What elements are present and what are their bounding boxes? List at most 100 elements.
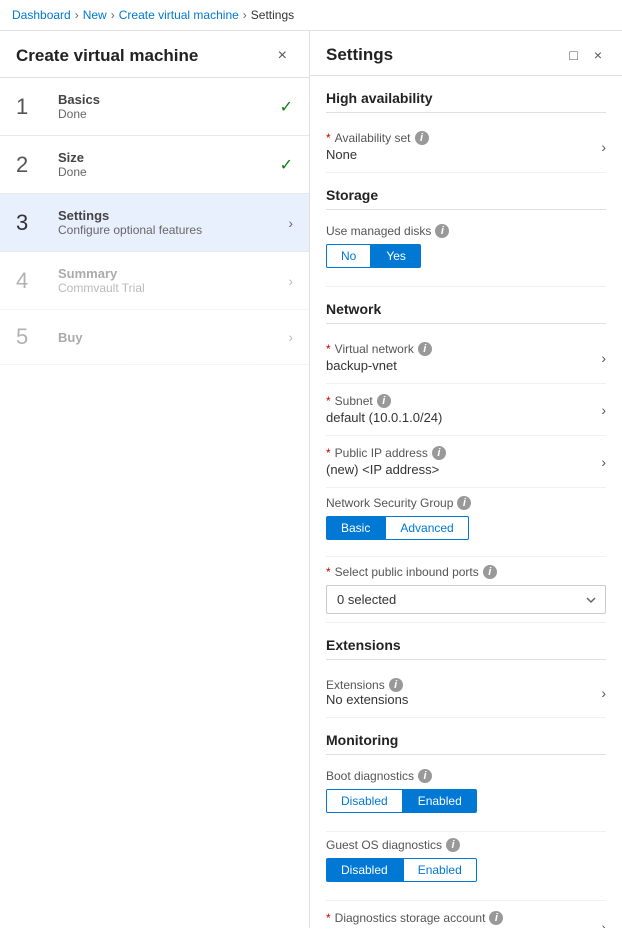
diagnostics-storage-required-marker: * bbox=[326, 911, 331, 925]
vnet-required-marker: * bbox=[326, 342, 331, 356]
availability-set-chevron-icon: › bbox=[601, 139, 606, 155]
right-header: Settings □ × bbox=[310, 31, 622, 76]
step-1-basics[interactable]: 1 Basics Done ✓ bbox=[0, 78, 309, 136]
step-3-settings[interactable]: 3 Settings Configure optional features › bbox=[0, 194, 309, 252]
left-panel-close-button[interactable]: × bbox=[272, 45, 293, 67]
vnet-info-icon: i bbox=[418, 342, 432, 356]
vnet-chevron-icon: › bbox=[601, 350, 606, 366]
step-1-name: Basics bbox=[58, 92, 280, 107]
managed-disks-yes-button[interactable]: Yes bbox=[371, 244, 421, 268]
availability-set-left: * Availability set i None bbox=[326, 131, 593, 162]
managed-disks-toggle-group: No Yes bbox=[326, 244, 606, 268]
step-4-number: 4 bbox=[16, 268, 48, 294]
boot-diagnostics-enabled-button[interactable]: Enabled bbox=[403, 789, 477, 813]
step-2-size[interactable]: 2 Size Done ✓ bbox=[0, 136, 309, 194]
nsg-advanced-button[interactable]: Advanced bbox=[385, 516, 468, 540]
subnet-row[interactable]: * Subnet i default (10.0.1.0/24) › bbox=[326, 384, 606, 436]
subnet-required-marker: * bbox=[326, 394, 331, 408]
extensions-value: No extensions bbox=[326, 692, 408, 707]
availability-set-row[interactable]: * Availability set i None › bbox=[326, 121, 606, 173]
nsg-basic-button[interactable]: Basic bbox=[326, 516, 385, 540]
guest-os-disabled-button[interactable]: Disabled bbox=[326, 858, 403, 882]
maximize-button[interactable]: □ bbox=[565, 45, 581, 65]
step-2-content: Size Done bbox=[58, 150, 280, 179]
managed-disks-no-button[interactable]: No bbox=[326, 244, 371, 268]
step-4-summary[interactable]: 4 Summary Commvault Trial › bbox=[0, 252, 309, 310]
step-5-content: Buy bbox=[58, 330, 288, 345]
settings-title: Settings bbox=[326, 45, 393, 65]
subnet-value: default (10.0.1.0/24) bbox=[326, 410, 593, 425]
monitoring-header: Monitoring bbox=[326, 718, 606, 755]
step-3-content: Settings Configure optional features bbox=[58, 208, 288, 237]
diagnostics-storage-left: * Diagnostics storage account i <Storage… bbox=[326, 911, 593, 928]
virtual-network-row[interactable]: * Virtual network i backup-vnet › bbox=[326, 332, 606, 384]
step-4-content: Summary Commvault Trial bbox=[58, 266, 288, 295]
availability-set-value: None bbox=[326, 147, 593, 162]
virtual-network-left: * Virtual network i backup-vnet bbox=[326, 342, 593, 373]
main-container: Create virtual machine × 1 Basics Done ✓… bbox=[0, 31, 622, 928]
breadcrumb-settings: Settings bbox=[251, 8, 294, 22]
create-vm-title: Create virtual machine bbox=[16, 46, 198, 66]
right-panel: Settings □ × High availability * Availab… bbox=[310, 31, 622, 928]
guest-os-enabled-button[interactable]: Enabled bbox=[403, 858, 477, 882]
subnet-chevron-icon: › bbox=[601, 402, 606, 418]
diagnostics-storage-value: <Storage account> bbox=[326, 927, 593, 928]
breadcrumb-sep-2: › bbox=[111, 8, 115, 22]
inbound-required-marker: * bbox=[326, 565, 331, 579]
managed-disks-section: Use managed disks i No Yes bbox=[326, 218, 606, 287]
guest-os-section: Guest OS diagnostics i Disabled Enabled bbox=[326, 832, 606, 901]
diagnostics-storage-row[interactable]: * Diagnostics storage account i <Storage… bbox=[326, 901, 606, 928]
extensions-info-icon: i bbox=[389, 678, 403, 692]
guest-os-label: Guest OS diagnostics i bbox=[326, 838, 606, 852]
step-3-subtitle: Configure optional features bbox=[58, 223, 288, 237]
boot-diagnostics-toggle-group: Disabled Enabled bbox=[326, 789, 606, 813]
step-1-number: 1 bbox=[16, 94, 48, 120]
nsg-toggle-group: Basic Advanced bbox=[326, 516, 606, 540]
left-header: Create virtual machine × bbox=[0, 31, 309, 78]
availability-set-required-marker: * bbox=[326, 131, 331, 145]
extensions-row[interactable]: Extensions i No extensions › bbox=[326, 668, 606, 718]
breadcrumb-new[interactable]: New bbox=[83, 8, 107, 22]
managed-disks-label: Use managed disks i bbox=[326, 224, 606, 238]
step-5-arrow-icon: › bbox=[288, 329, 293, 345]
public-ip-left: * Public IP address i (new) <IP address> bbox=[326, 446, 593, 477]
boot-diagnostics-disabled-button[interactable]: Disabled bbox=[326, 789, 403, 813]
right-content: High availability * Availability set i N… bbox=[310, 76, 622, 928]
step-2-name: Size bbox=[58, 150, 280, 165]
step-3-arrow-icon: › bbox=[288, 215, 293, 231]
availability-set-label: * Availability set i bbox=[326, 131, 593, 145]
public-ip-label: * Public IP address i bbox=[326, 446, 593, 460]
right-panel-close-button[interactable]: × bbox=[590, 45, 606, 65]
public-ip-value: (new) <IP address> bbox=[326, 462, 593, 477]
step-1-content: Basics Done bbox=[58, 92, 280, 121]
left-panel: Create virtual machine × 1 Basics Done ✓… bbox=[0, 31, 310, 928]
breadcrumb: Dashboard › New › Create virtual machine… bbox=[0, 0, 622, 31]
inbound-ports-info-icon: i bbox=[483, 565, 497, 579]
step-2-subtitle: Done bbox=[58, 165, 280, 179]
subnet-label: * Subnet i bbox=[326, 394, 593, 408]
boot-diagnostics-info-icon: i bbox=[418, 769, 432, 783]
extensions-chevron-icon: › bbox=[601, 685, 606, 701]
inbound-ports-label: * Select public inbound ports i bbox=[326, 565, 606, 579]
step-5-buy[interactable]: 5 Buy › bbox=[0, 310, 309, 365]
nsg-label: Network Security Group i bbox=[326, 496, 606, 510]
public-ip-row[interactable]: * Public IP address i (new) <IP address>… bbox=[326, 436, 606, 488]
extensions-header: Extensions bbox=[326, 623, 606, 660]
subnet-info-icon: i bbox=[377, 394, 391, 408]
breadcrumb-sep-3: › bbox=[243, 8, 247, 22]
public-ip-chevron-icon: › bbox=[601, 454, 606, 470]
high-availability-header: High availability bbox=[326, 76, 606, 113]
boot-diagnostics-section: Boot diagnostics i Disabled Enabled bbox=[326, 763, 606, 832]
diagnostics-storage-label: * Diagnostics storage account i bbox=[326, 911, 593, 925]
breadcrumb-dashboard[interactable]: Dashboard bbox=[12, 8, 71, 22]
step-2-number: 2 bbox=[16, 152, 48, 178]
step-4-subtitle: Commvault Trial bbox=[58, 281, 288, 295]
boot-diagnostics-label: Boot diagnostics i bbox=[326, 769, 606, 783]
step-4-arrow-icon: › bbox=[288, 273, 293, 289]
breadcrumb-create-vm[interactable]: Create virtual machine bbox=[119, 8, 239, 22]
availability-set-info-icon: i bbox=[415, 131, 429, 145]
storage-header: Storage bbox=[326, 173, 606, 210]
network-header: Network bbox=[326, 287, 606, 324]
right-header-icons: □ × bbox=[565, 45, 606, 65]
inbound-ports-select[interactable]: 0 selected bbox=[326, 585, 606, 614]
